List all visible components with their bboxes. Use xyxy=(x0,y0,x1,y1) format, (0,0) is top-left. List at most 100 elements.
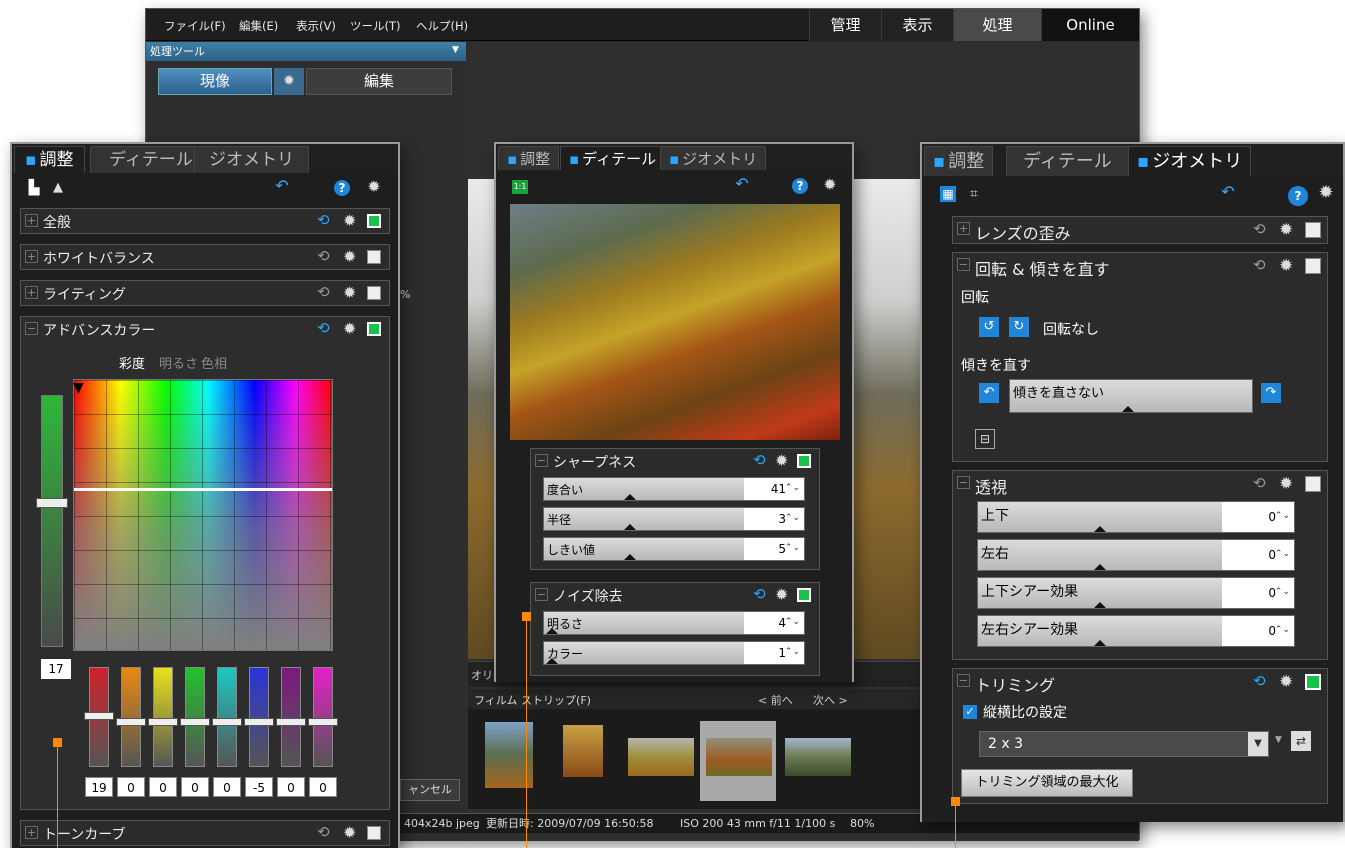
edit-button[interactable]: 編集 xyxy=(306,68,452,95)
collapse-icon[interactable]: − xyxy=(535,454,548,467)
tab-adjust[interactable]: ▪ 調整 xyxy=(498,146,560,170)
slider-row[interactable]: 度合い 41 ⌃⌄ xyxy=(543,477,805,501)
channel-slider[interactable] xyxy=(308,667,338,767)
filmstrip-prev[interactable]: < 前へ xyxy=(758,692,793,708)
channel-value[interactable]: 0 xyxy=(117,777,145,797)
help-icon[interactable]: ? xyxy=(1288,186,1308,206)
develop-button[interactable]: 現像 xyxy=(158,68,272,95)
gear-icon[interactable]: ✹ xyxy=(366,179,382,195)
slider-handle[interactable] xyxy=(116,718,146,726)
spinner-icon[interactable]: ⌃⌄ xyxy=(785,543,800,553)
channel-value[interactable]: 0 xyxy=(309,777,337,797)
gear-icon[interactable]: ✹ xyxy=(343,319,356,338)
spinner-icon[interactable]: ⌃⌄ xyxy=(1275,625,1290,635)
menu-tools[interactable]: ツール(T) xyxy=(350,18,401,34)
filmstrip-title[interactable]: フィルム ストリップ(F) xyxy=(474,692,591,708)
spinner-icon[interactable]: ⌃⌄ xyxy=(785,513,800,523)
filmstrip-thumb[interactable] xyxy=(628,738,694,776)
straighten-slider[interactable]: 傾きを直さない xyxy=(1009,379,1253,413)
menu-file[interactable]: ファイル(F) xyxy=(164,18,226,34)
mode-hue[interactable]: 色相 xyxy=(201,353,227,372)
tab-geometry[interactable]: ジオメトリ xyxy=(194,146,309,173)
filmstrip-thumb[interactable] xyxy=(706,738,772,776)
enable-toggle[interactable] xyxy=(1305,258,1321,274)
tab-adjust[interactable]: ▪ 調整 xyxy=(924,146,994,176)
cancel-button[interactable]: ャンセル xyxy=(400,779,460,801)
slider-row[interactable]: 明るさ 4 ⌃⌄ xyxy=(543,611,805,635)
zoom-badge[interactable]: 1:1 xyxy=(512,180,528,194)
slider-row[interactable]: しきい値 5 ⌃⌄ xyxy=(543,537,805,561)
slider-row[interactable]: 左右 0 ⌃⌄ xyxy=(977,539,1295,571)
enable-toggle[interactable] xyxy=(1305,222,1321,238)
section-lens[interactable]: + レンズの歪み ⟲ ✹ xyxy=(952,216,1328,244)
channel-value[interactable]: 0 xyxy=(213,777,241,797)
slider-handle[interactable] xyxy=(308,718,338,726)
detail-preview-image[interactable] xyxy=(510,204,840,440)
undo-icon[interactable]: ↶ xyxy=(1220,184,1236,200)
gear-icon[interactable]: ✹ xyxy=(274,68,304,95)
section-lighting[interactable]: + ライティング ⟲ ✹ xyxy=(20,280,390,306)
spinner-icon[interactable]: ⌃⌄ xyxy=(1275,549,1290,559)
section-general[interactable]: + 全般 ⟲ ✹ xyxy=(20,208,390,234)
fit-frame-icon[interactable]: ⊟ xyxy=(975,429,995,449)
filmstrip-thumb[interactable] xyxy=(785,738,851,776)
menu-edit[interactable]: 編集(E) xyxy=(239,18,278,34)
tab-geometry[interactable]: ▪ ジオメトリ xyxy=(660,146,767,170)
gear-icon[interactable]: ✹ xyxy=(1279,474,1293,494)
mode-online[interactable]: Online xyxy=(1041,9,1139,41)
spinner-icon[interactable]: ⌃⌄ xyxy=(785,483,800,493)
vertical-value[interactable]: 17 xyxy=(41,659,71,679)
section-tone-curve[interactable]: + トーンカーブ ⟲ ✹ xyxy=(20,820,390,846)
tab-geometry[interactable]: ▪ ジオメトリ xyxy=(1128,146,1252,176)
channel-value[interactable]: 0 xyxy=(181,777,209,797)
tab-adjust[interactable]: ▪ 調整 xyxy=(14,146,85,173)
gear-icon[interactable]: ✹ xyxy=(1279,256,1293,276)
reset-icon[interactable]: ⟲ xyxy=(317,823,330,841)
gear-icon[interactable]: ✹ xyxy=(343,823,356,842)
reset-icon[interactable]: ⟲ xyxy=(1253,256,1266,274)
curve-line[interactable] xyxy=(74,488,332,491)
channel-value[interactable]: -5 xyxy=(245,777,273,797)
channel-slider[interactable] xyxy=(84,667,114,767)
channel-slider[interactable] xyxy=(212,667,242,767)
spinner-icon[interactable]: ⌃⌄ xyxy=(1275,511,1290,521)
channel-slider[interactable] xyxy=(276,667,306,767)
rotate-left-icon[interactable]: ↺ xyxy=(979,317,999,337)
enable-toggle[interactable] xyxy=(367,322,381,336)
enable-toggle[interactable] xyxy=(797,588,811,602)
channel-value[interactable]: 0 xyxy=(149,777,177,797)
enable-toggle[interactable] xyxy=(1305,476,1321,492)
slider-row[interactable]: 半径 3 ⌃⌄ xyxy=(543,507,805,531)
mode-process[interactable]: 処理 xyxy=(953,9,1041,41)
collapse-icon[interactable]: − xyxy=(957,258,970,271)
enable-toggle[interactable] xyxy=(367,250,381,264)
reset-icon[interactable]: ⟲ xyxy=(317,247,330,265)
maximize-crop-button[interactable]: トリミング領域の最大化 xyxy=(961,769,1133,797)
channel-value[interactable]: 19 xyxy=(85,777,113,797)
mode-lightness[interactable]: 明るさ xyxy=(159,353,198,372)
vertical-slider[interactable] xyxy=(36,395,68,647)
grid-icon[interactable]: ▦ xyxy=(940,186,956,202)
gear-icon[interactable]: ✹ xyxy=(343,211,356,230)
collapse-icon[interactable]: − xyxy=(957,674,970,687)
tab-detail[interactable]: ディテール xyxy=(1006,146,1129,176)
gear-icon[interactable]: ✹ xyxy=(343,283,356,302)
channel-slider[interactable] xyxy=(148,667,178,767)
expand-icon[interactable]: + xyxy=(25,826,38,839)
straighten-right-icon[interactable]: ↷ xyxy=(1261,383,1281,403)
swap-orientation-icon[interactable]: ⇄ xyxy=(1291,731,1311,751)
filmstrip-next[interactable]: 次へ > xyxy=(813,692,848,708)
mode-saturation[interactable]: 彩度 xyxy=(119,353,145,372)
menu-view[interactable]: 表示(V) xyxy=(296,18,336,34)
reset-icon[interactable]: ⟲ xyxy=(1253,474,1266,492)
section-white-balance[interactable]: + ホワイトバランス ⟲ ✹ xyxy=(20,244,390,270)
gear-icon[interactable]: ✹ xyxy=(822,177,838,193)
spinner-icon[interactable]: ⌃⌄ xyxy=(785,617,800,627)
gear-icon[interactable]: ✹ xyxy=(775,585,788,604)
aspect-select[interactable]: 2 x 3 ▼ xyxy=(979,731,1269,757)
collapse-icon[interactable]: − xyxy=(957,476,970,489)
slider-row[interactable]: 左右シアー効果 0 ⌃⌄ xyxy=(977,615,1295,647)
undo-icon[interactable]: ↶ xyxy=(274,178,290,194)
spinner-icon[interactable]: ⌃⌄ xyxy=(785,647,800,657)
straighten-left-icon[interactable]: ↶ xyxy=(979,383,999,403)
